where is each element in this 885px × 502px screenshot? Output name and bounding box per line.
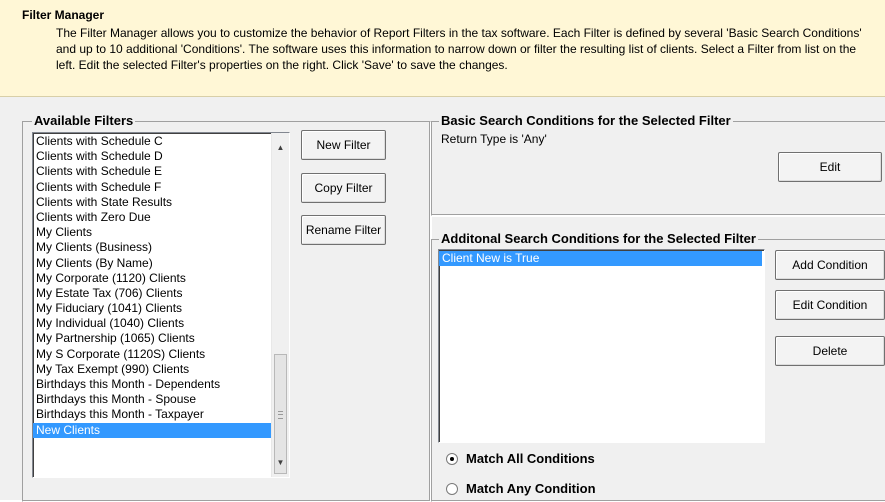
header-title: Filter Manager (22, 8, 105, 22)
filter-list-item[interactable]: My Clients (Business) (33, 240, 271, 255)
filter-list-item[interactable]: Clients with Schedule C (33, 134, 271, 149)
delete-condition-button[interactable]: Delete (775, 336, 885, 366)
new-filter-button[interactable]: New Filter (301, 130, 386, 160)
match-any-radio[interactable] (446, 483, 458, 495)
filter-list-item[interactable]: Birthdays this Month - Dependents (33, 377, 271, 392)
edit-condition-button[interactable]: Edit Condition (775, 290, 885, 320)
additional-conditions-legend: Additonal Search Conditions for the Sele… (439, 231, 758, 247)
basic-conditions-text: Return Type is 'Any' (441, 132, 547, 146)
condition-items: Client New is True (439, 251, 762, 267)
match-all-radio[interactable] (446, 453, 458, 465)
rename-filter-button[interactable]: Rename Filter (301, 215, 386, 245)
filter-list-item[interactable]: Clients with Schedule E (33, 164, 271, 179)
filter-list-item[interactable]: My Individual (1040) Clients (33, 316, 271, 331)
header-description: The Filter Manager allows you to customi… (56, 26, 862, 72)
copy-filter-button[interactable]: Copy Filter (301, 173, 386, 203)
filter-list-item[interactable]: My Estate Tax (706) Clients (33, 286, 271, 301)
filter-list-item[interactable]: Clients with Schedule D (33, 149, 271, 164)
filter-list-item[interactable]: My Tax Exempt (990) Clients (33, 362, 271, 377)
scrollbar-grip-icon (278, 411, 283, 419)
filter-list-item[interactable]: New Clients (33, 422, 271, 438)
filter-list-item[interactable]: Birthdays this Month - Taxpayer (33, 407, 271, 422)
available-filters-legend: Available Filters (32, 113, 136, 129)
additional-conditions-list[interactable]: Client New is True (438, 249, 765, 443)
filter-items: Clients with Schedule C Clients with Sche… (33, 134, 271, 438)
filter-list-item[interactable]: Birthdays this Month - Spouse (33, 392, 271, 407)
filter-list-item[interactable]: My Clients (By Name) (33, 256, 271, 271)
scroll-down-arrow-icon[interactable]: ▼ (272, 454, 289, 471)
scroll-up-arrow-icon[interactable]: ▲ (272, 139, 289, 156)
edit-basic-button[interactable]: Edit (778, 152, 882, 182)
filter-list-item[interactable]: My Clients (33, 225, 271, 240)
filters-scrollbar[interactable]: ▲ ▼ (271, 133, 289, 477)
filter-list-item[interactable]: My Corporate (1120) Clients (33, 271, 271, 286)
condition-list-item[interactable]: Client New is True (439, 251, 762, 267)
available-filters-list[interactable]: Clients with Schedule C Clients with Sche… (32, 132, 290, 478)
filter-list-item[interactable]: Clients with State Results (33, 195, 271, 210)
filter-manager-panel: Available Filters Clients with Schedule … (0, 97, 885, 502)
filter-list-item[interactable]: Clients with Zero Due (33, 210, 271, 225)
filter-list-item[interactable]: Clients with Schedule F (33, 180, 271, 195)
filter-list-item[interactable]: My Fiduciary (1041) Clients (33, 301, 271, 316)
match-any-label[interactable]: Match Any Condition (466, 481, 596, 497)
match-all-label[interactable]: Match All Conditions (466, 451, 595, 467)
filter-list-item[interactable]: My S Corporate (1120S) Clients (33, 347, 271, 362)
basic-conditions-legend: Basic Search Conditions for the Selected… (439, 113, 733, 129)
filter-list-item[interactable]: My Partnership (1065) Clients (33, 331, 271, 346)
radio-selected-dot (450, 457, 454, 461)
filter-manager-header: Filter Manager The Filter Manager allows… (0, 0, 885, 97)
add-condition-button[interactable]: Add Condition (775, 250, 885, 280)
